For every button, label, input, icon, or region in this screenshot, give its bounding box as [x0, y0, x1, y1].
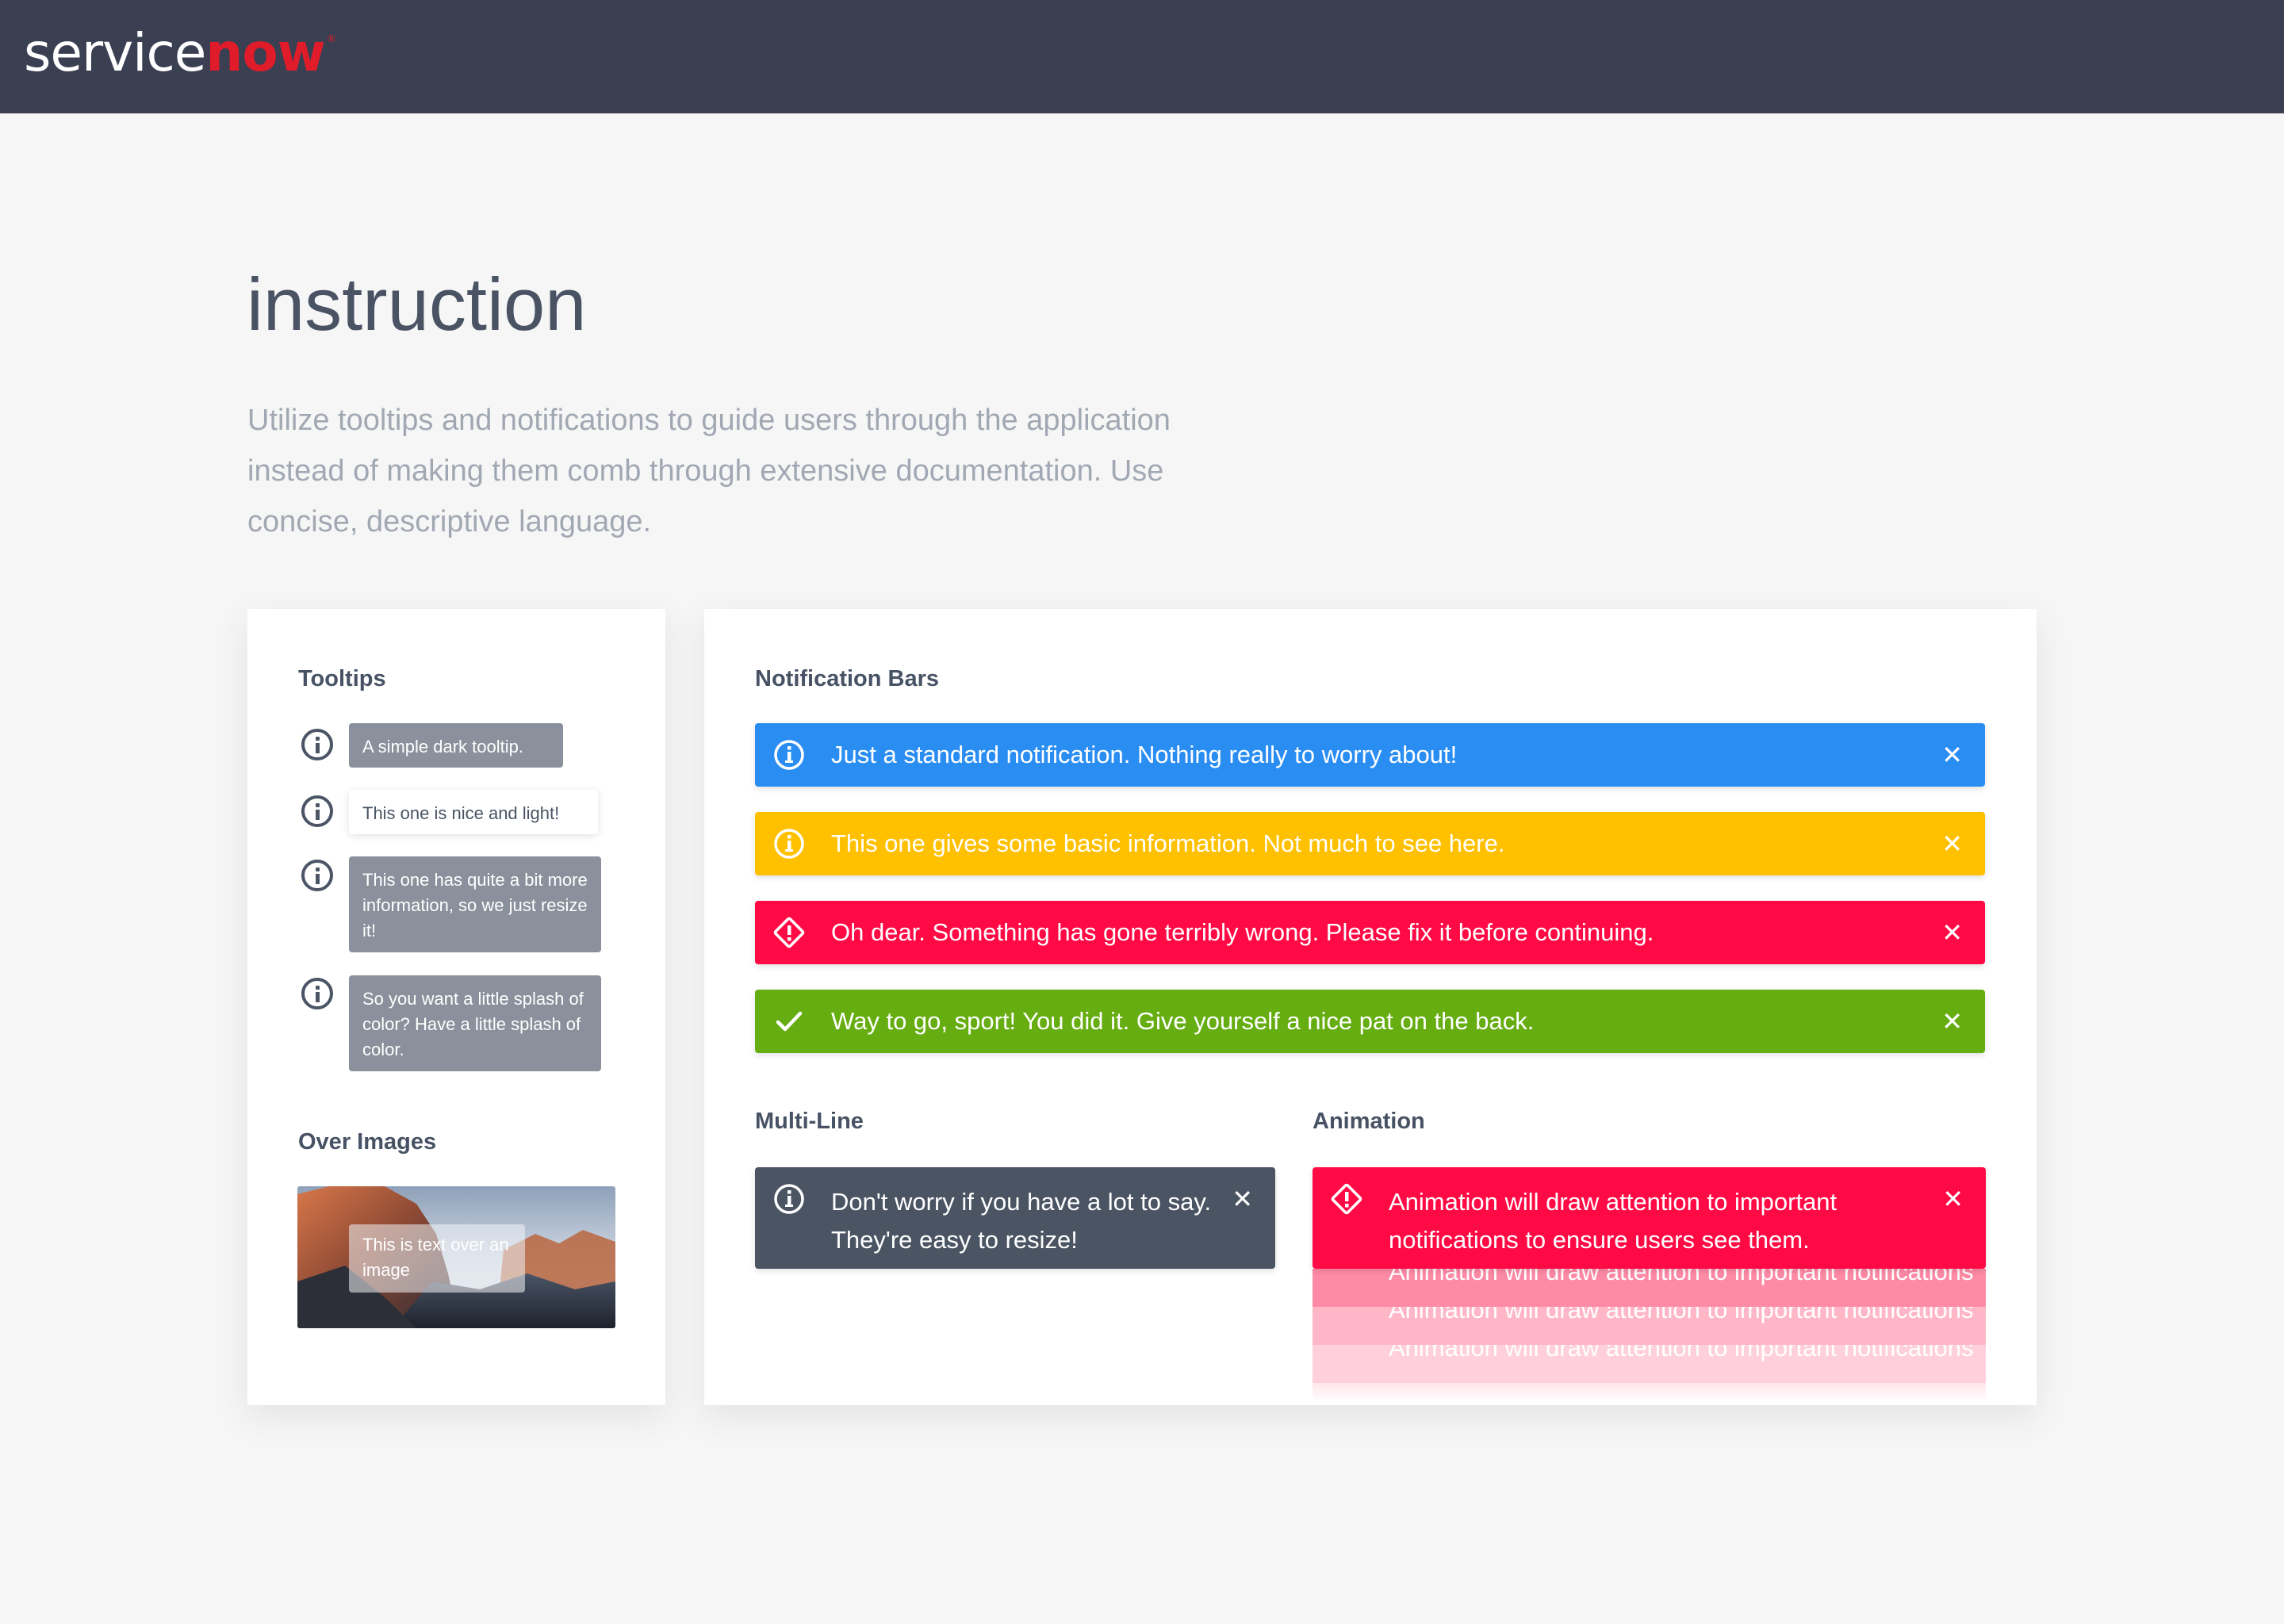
notification-text: Way to go, sport! You did it. Give yours…	[831, 1007, 1535, 1035]
checkmark-icon	[776, 1011, 803, 1032]
logo-text-service: service	[24, 22, 206, 83]
logo-trademark: ®	[326, 33, 336, 44]
animation-ghost-fade	[1313, 1383, 1986, 1404]
notification-text: Animation will draw attention to importa…	[1389, 1183, 1837, 1259]
close-icon[interactable]: ✕	[1941, 990, 1963, 1053]
warning-notification-bar: This one gives some basic information. N…	[755, 812, 1985, 875]
servicenow-logo[interactable]: service now ®	[24, 22, 336, 86]
ghost-text: Animation will draw attention to importa…	[1389, 1345, 1974, 1362]
color-tooltip: So you want a little splash of color? Ha…	[349, 975, 601, 1071]
animation-ghost-trail: Animation will draw attention to importa…	[1313, 1307, 1986, 1345]
close-icon[interactable]: ✕	[1941, 901, 1963, 964]
page-intro: Utilize tooltips and notifications to gu…	[247, 404, 1171, 538]
multi-line-section-title: Multi-Line	[755, 1109, 864, 1134]
close-icon[interactable]: ✕	[1942, 1182, 1964, 1216]
success-notification-bar: Way to go, sport! You did it. Give yours…	[755, 990, 1985, 1053]
info-icon	[774, 740, 804, 770]
info-icon	[774, 829, 804, 859]
notification-bars-section-title: Notification Bars	[755, 666, 940, 691]
top-navigation-bar: service now ®	[0, 0, 2284, 113]
page-title: instruction	[247, 262, 587, 346]
dark-tooltip-multiline: This one has quite a bit more informatio…	[349, 856, 601, 952]
multi-line-notification: Don't worry if you have a lot to say. Th…	[755, 1167, 1275, 1269]
info-icon[interactable]	[301, 729, 333, 760]
landscape-image: This is text over an image	[297, 1186, 615, 1328]
animation-ghost-trail: Animation will draw attention to importa…	[1313, 1345, 1986, 1383]
info-icon[interactable]	[301, 978, 333, 1009]
image-overlay-tooltip: This is text over an image	[349, 1224, 525, 1293]
tooltips-section-title: Tooltips	[298, 666, 386, 691]
warning-diamond-icon	[1331, 1183, 1362, 1215]
dark-tooltip: A simple dark tooltip.	[349, 723, 563, 768]
info-icon[interactable]	[301, 860, 333, 891]
notification-text-line: Don't worry if you have a lot to say.	[831, 1188, 1212, 1216]
notification-text-line: They're easy to resize!	[831, 1226, 1078, 1254]
notification-text: Oh dear. Something has gone terribly wro…	[831, 918, 1654, 946]
notification-text-line: notifications to ensure users see them.	[1389, 1226, 1810, 1254]
info-notification-bar: Just a standard notification. Nothing re…	[755, 723, 1985, 787]
light-tooltip: This one is nice and light!	[349, 790, 598, 834]
animation-section-title: Animation	[1313, 1109, 1425, 1134]
ghost-text: Animation will draw attention to importa…	[1389, 1307, 1974, 1323]
notification-text: This one gives some basic information. N…	[831, 829, 1505, 857]
logo-text-now: now	[205, 22, 325, 83]
error-notification-bar: Oh dear. Something has gone terribly wro…	[755, 901, 1985, 964]
info-icon	[774, 1184, 804, 1214]
info-icon[interactable]	[301, 795, 333, 827]
close-icon[interactable]: ✕	[1941, 723, 1963, 787]
animated-notification: Animation will draw attention to importa…	[1313, 1167, 1986, 1269]
over-images-section-title: Over Images	[298, 1129, 437, 1155]
animation-ghost-trail: Animation will draw attention to importa…	[1313, 1269, 1986, 1307]
notification-text-line: Animation will draw attention to importa…	[1389, 1188, 1838, 1216]
notification-text: Don't worry if you have a lot to say. Th…	[831, 1183, 1211, 1259]
notification-text: Just a standard notification. Nothing re…	[831, 741, 1458, 768]
close-icon[interactable]: ✕	[1232, 1182, 1253, 1216]
close-icon[interactable]: ✕	[1941, 812, 1963, 875]
ghost-text: Animation will draw attention to importa…	[1389, 1269, 1974, 1285]
warning-diamond-icon	[773, 917, 805, 948]
